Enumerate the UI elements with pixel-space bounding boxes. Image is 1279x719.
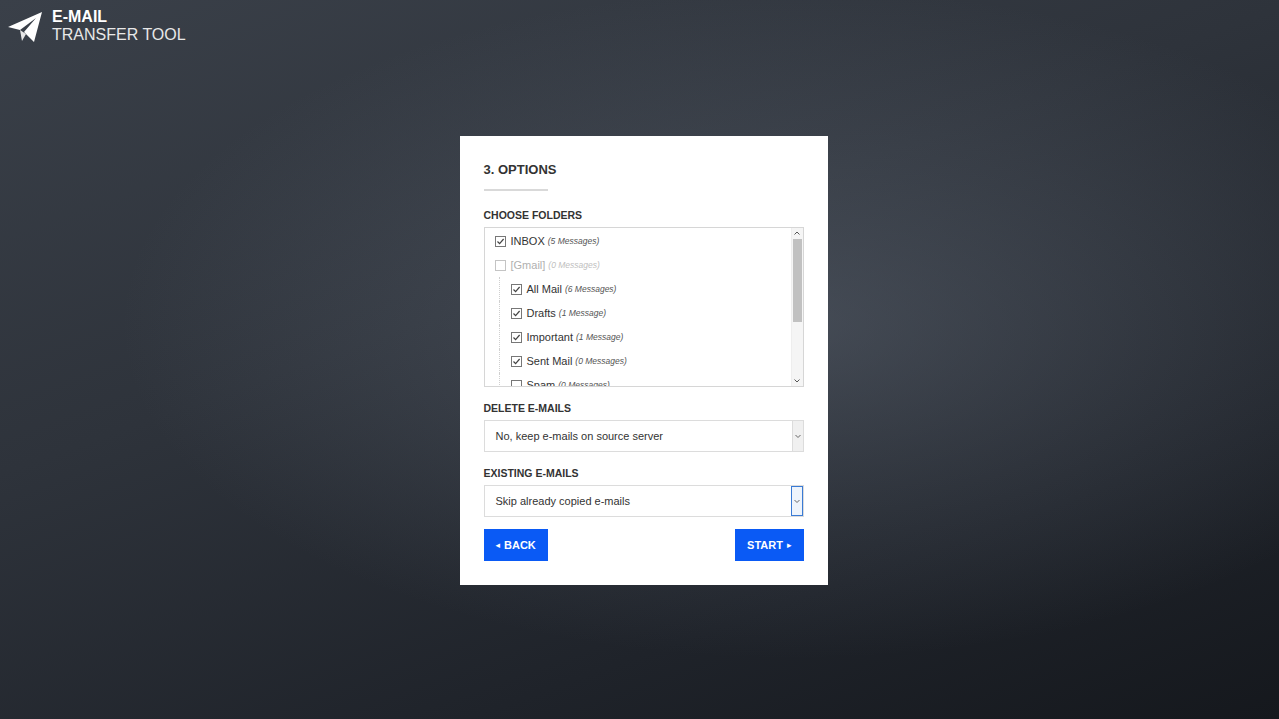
folder-count: (0 Messages) xyxy=(575,356,627,366)
folder-item[interactable]: Spam (0 Messages) xyxy=(499,373,791,386)
dropdown-button[interactable] xyxy=(792,421,803,451)
page: E-MAIL TRANSFER TOOL 3. OPTIONS CHOOSE F… xyxy=(0,0,1279,719)
folder-name: [Gmail] xyxy=(511,259,546,271)
button-label: START xyxy=(747,539,783,551)
folder-count: (0 Messages) xyxy=(558,380,610,386)
folder-count: (5 Messages) xyxy=(548,236,600,246)
folder-item[interactable]: INBOX (5 Messages) xyxy=(485,229,791,253)
start-button[interactable]: START ▸ xyxy=(735,529,803,561)
folder-name: Drafts xyxy=(527,307,556,319)
title-underline xyxy=(484,189,548,191)
check-icon xyxy=(512,309,521,318)
dropdown[interactable]: No, keep e-mails on source server xyxy=(484,420,804,452)
folder-name: Spam xyxy=(527,379,556,386)
dropdown-button[interactable] xyxy=(791,486,803,516)
folder-items: INBOX (5 Messages) [Gmail] (0 Messages) … xyxy=(485,228,791,386)
checkbox[interactable] xyxy=(511,380,522,387)
folder-list[interactable]: INBOX (5 Messages) [Gmail] (0 Messages) … xyxy=(484,227,804,387)
button-row: ◂ BACK START ▸ xyxy=(484,529,804,561)
checkbox[interactable] xyxy=(495,236,506,247)
checkbox[interactable] xyxy=(511,356,522,367)
checkbox[interactable] xyxy=(511,332,522,343)
chevron-down-icon xyxy=(794,432,802,440)
folders-label: CHOOSE FOLDERS xyxy=(484,209,804,221)
logo-title: E-MAIL xyxy=(52,8,186,26)
check-icon xyxy=(512,333,521,342)
check-icon xyxy=(512,357,521,366)
folder-count: (0 Messages) xyxy=(548,260,600,270)
folder-item[interactable]: Sent Mail (0 Messages) xyxy=(499,349,791,373)
scroll-track xyxy=(793,238,802,376)
logo-subtitle: TRANSFER TOOL xyxy=(52,26,186,44)
dropdown-value: No, keep e-mails on source server xyxy=(485,421,792,451)
content: 3. OPTIONS CHOOSE FOLDERS INBOX (5 Messa… xyxy=(0,50,1279,585)
folder-count: (6 Messages) xyxy=(565,284,617,294)
scroll-thumb[interactable] xyxy=(793,239,802,322)
folder-item[interactable]: All Mail (6 Messages) xyxy=(499,277,791,301)
folder-count: (1 Message) xyxy=(559,308,606,318)
check-icon xyxy=(512,285,521,294)
folder-item[interactable]: [Gmail] (0 Messages) xyxy=(485,253,791,277)
dropdown-value: Skip already copied e-mails xyxy=(485,486,791,516)
folder-item[interactable]: Drafts (1 Message) xyxy=(499,301,791,325)
folder-name: Important xyxy=(527,331,573,343)
arrow-left-icon: ◂ xyxy=(496,540,501,550)
folder-name: INBOX xyxy=(511,235,545,247)
scroll-down-icon[interactable] xyxy=(792,376,802,386)
select-label: DELETE E-MAILS xyxy=(484,402,804,414)
folder-name: All Mail xyxy=(527,283,562,295)
select-label: EXISTING E-MAILS xyxy=(484,467,804,479)
folder-count: (1 Message) xyxy=(576,332,623,342)
step-title: 3. OPTIONS xyxy=(484,162,804,178)
folder-name: Sent Mail xyxy=(527,355,573,367)
folder-item[interactable]: Important (1 Message) xyxy=(499,325,791,349)
checkbox[interactable] xyxy=(495,260,506,271)
scroll-up-icon[interactable] xyxy=(792,228,802,238)
checkbox[interactable] xyxy=(511,284,522,295)
back-button[interactable]: ◂ BACK xyxy=(484,529,548,561)
paper-plane-icon xyxy=(6,10,44,44)
app-header: E-MAIL TRANSFER TOOL xyxy=(0,0,1279,50)
logo: E-MAIL TRANSFER TOOL xyxy=(52,8,186,45)
button-label: BACK xyxy=(504,539,536,551)
options-card: 3. OPTIONS CHOOSE FOLDERS INBOX (5 Messa… xyxy=(460,136,828,585)
chevron-down-icon xyxy=(793,497,801,505)
scrollbar[interactable] xyxy=(791,228,803,386)
checkbox[interactable] xyxy=(511,308,522,319)
check-icon xyxy=(496,237,505,246)
arrow-right-icon: ▸ xyxy=(787,540,792,550)
dropdown[interactable]: Skip already copied e-mails xyxy=(484,485,804,517)
